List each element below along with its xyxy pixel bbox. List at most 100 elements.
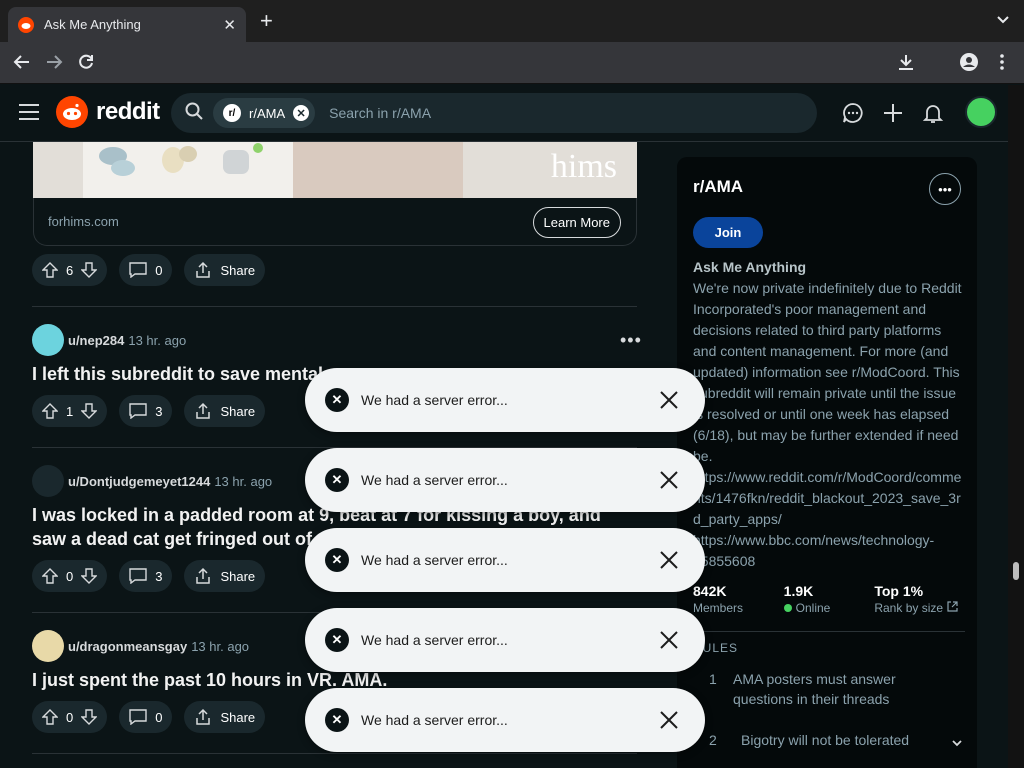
- comments-button[interactable]: 3: [119, 560, 173, 592]
- post-time: 13 hr. ago: [214, 473, 273, 489]
- share-icon: [194, 567, 212, 585]
- error-toast: ✕ We had a server error...: [305, 688, 705, 752]
- post-actions: 1 3 Share: [32, 395, 266, 427]
- rule-item[interactable]: 2 Bigotry will not be tolerated: [693, 730, 965, 752]
- external-link-icon: [947, 601, 958, 615]
- author-avatar[interactable]: [32, 465, 64, 497]
- user-avatar[interactable]: [965, 96, 997, 128]
- chat-icon[interactable]: [842, 102, 864, 129]
- ad-image[interactable]: hims: [33, 142, 637, 198]
- reddit-header: reddit r/ r/AMA ✕: [0, 85, 1008, 142]
- rank-label: Rank by size: [874, 601, 944, 615]
- ad-domain[interactable]: forhims.com: [48, 214, 119, 229]
- share-button[interactable]: Share: [184, 395, 266, 427]
- rank-value: Top 1%: [874, 583, 924, 599]
- vote-control: 0: [32, 560, 108, 592]
- tab-title: Ask Me Anything: [44, 17, 141, 32]
- vote-control: 1: [32, 395, 108, 427]
- close-icon[interactable]: [657, 548, 681, 572]
- author-avatar[interactable]: [32, 324, 64, 356]
- community-sidebar: r/AMA ••• Join Ask Me Anything We're now…: [677, 157, 977, 768]
- reload-icon[interactable]: [76, 52, 96, 77]
- page-scrollbar[interactable]: [1008, 85, 1024, 768]
- share-button[interactable]: Share: [184, 560, 266, 592]
- ad-brand-text: hims: [550, 148, 617, 185]
- post-author[interactable]: u/dragonmeansgay: [68, 639, 187, 654]
- author-avatar[interactable]: [32, 630, 64, 662]
- downvote-icon[interactable]: [81, 709, 98, 725]
- downvote-icon[interactable]: [81, 568, 98, 584]
- upvote-icon[interactable]: [42, 709, 58, 725]
- create-post-icon[interactable]: [882, 102, 904, 129]
- reddit-logo[interactable]: reddit: [56, 96, 160, 128]
- toast-message: We had a server error...: [361, 392, 508, 408]
- error-toast: ✕ We had a server error...: [305, 448, 705, 512]
- online-value: 1.9K: [783, 583, 814, 599]
- rule-number: 2: [709, 732, 717, 748]
- post-actions: 0 0 Share: [32, 701, 266, 733]
- learn-more-button[interactable]: Learn More: [532, 207, 621, 238]
- online-row: Online: [783, 601, 875, 615]
- browser-tab[interactable]: Ask Me Anything ✕: [8, 7, 246, 42]
- close-icon[interactable]: [657, 628, 681, 652]
- upvote-icon[interactable]: [42, 568, 58, 584]
- community-name: Ask Me Anything: [693, 259, 807, 275]
- post-time: 13 hr. ago: [191, 638, 250, 654]
- browser-menu-icon[interactable]: [996, 52, 1008, 77]
- vote-count: 0: [66, 568, 74, 584]
- comments-button[interactable]: 0: [119, 254, 173, 286]
- upvote-icon[interactable]: [42, 262, 58, 278]
- search-input[interactable]: [327, 104, 688, 122]
- post-options-icon[interactable]: •••: [620, 330, 642, 351]
- rule-item[interactable]: 1 AMA posters must answer questions in t…: [693, 669, 965, 713]
- error-icon: ✕: [325, 468, 349, 492]
- rank-stat[interactable]: Top 1% Rank by size: [874, 583, 965, 615]
- post-actions: 0 3 Share: [32, 560, 266, 592]
- community-title: r/AMA: [693, 177, 744, 196]
- subreddit-filter-chip[interactable]: r/ r/AMA ✕: [213, 98, 316, 128]
- toast-message: We had a server error...: [361, 712, 508, 728]
- join-button[interactable]: Join: [693, 217, 763, 248]
- error-icon: ✕: [325, 548, 349, 572]
- comments-button[interactable]: 3: [119, 395, 173, 427]
- share-button[interactable]: Share: [184, 701, 266, 733]
- tab-close-icon[interactable]: ✕: [223, 16, 236, 34]
- chip-label: r/AMA: [249, 105, 286, 121]
- upvote-icon[interactable]: [42, 403, 58, 419]
- download-icon[interactable]: [896, 52, 916, 77]
- forward-arrow-icon[interactable]: [44, 52, 64, 77]
- menu-icon[interactable]: [18, 103, 40, 126]
- close-icon[interactable]: [657, 708, 681, 732]
- ad-product-graphic: [83, 142, 293, 198]
- post-time: 13 hr. ago: [128, 332, 187, 348]
- feed-divider: [32, 306, 637, 307]
- close-icon[interactable]: [657, 468, 681, 492]
- share-label: Share: [220, 262, 256, 278]
- share-label: Share: [220, 403, 256, 419]
- vote-control: 6: [32, 254, 108, 286]
- vote-control: 0: [32, 701, 108, 733]
- scrollbar-thumb[interactable]: [1013, 562, 1019, 580]
- search-bar[interactable]: r/ r/AMA ✕: [171, 93, 817, 133]
- notifications-bell-icon[interactable]: [922, 102, 944, 129]
- downvote-icon[interactable]: [81, 262, 98, 278]
- profile-icon[interactable]: [959, 52, 979, 77]
- close-icon[interactable]: [657, 388, 681, 412]
- clear-chip-icon[interactable]: ✕: [293, 105, 310, 121]
- back-arrow-icon[interactable]: [12, 52, 32, 77]
- post-author[interactable]: u/Dontjudgemeyet1244: [68, 474, 210, 489]
- share-icon: [194, 402, 212, 420]
- share-icon: [194, 708, 212, 726]
- comments-button[interactable]: 0: [119, 701, 173, 733]
- downvote-icon[interactable]: [81, 403, 98, 419]
- members-value: 842K: [693, 583, 727, 599]
- post-author[interactable]: u/nep284: [68, 333, 124, 348]
- brand-wordmark: reddit: [96, 98, 160, 125]
- community-options-icon[interactable]: •••: [929, 173, 961, 205]
- share-button[interactable]: Share: [184, 254, 266, 286]
- comment-icon: [129, 262, 147, 278]
- tab-search-chevron-icon[interactable]: [996, 12, 1010, 31]
- new-tab-button[interactable]: +: [260, 10, 273, 32]
- share-label: Share: [220, 709, 256, 725]
- chevron-down-icon[interactable]: [951, 734, 963, 754]
